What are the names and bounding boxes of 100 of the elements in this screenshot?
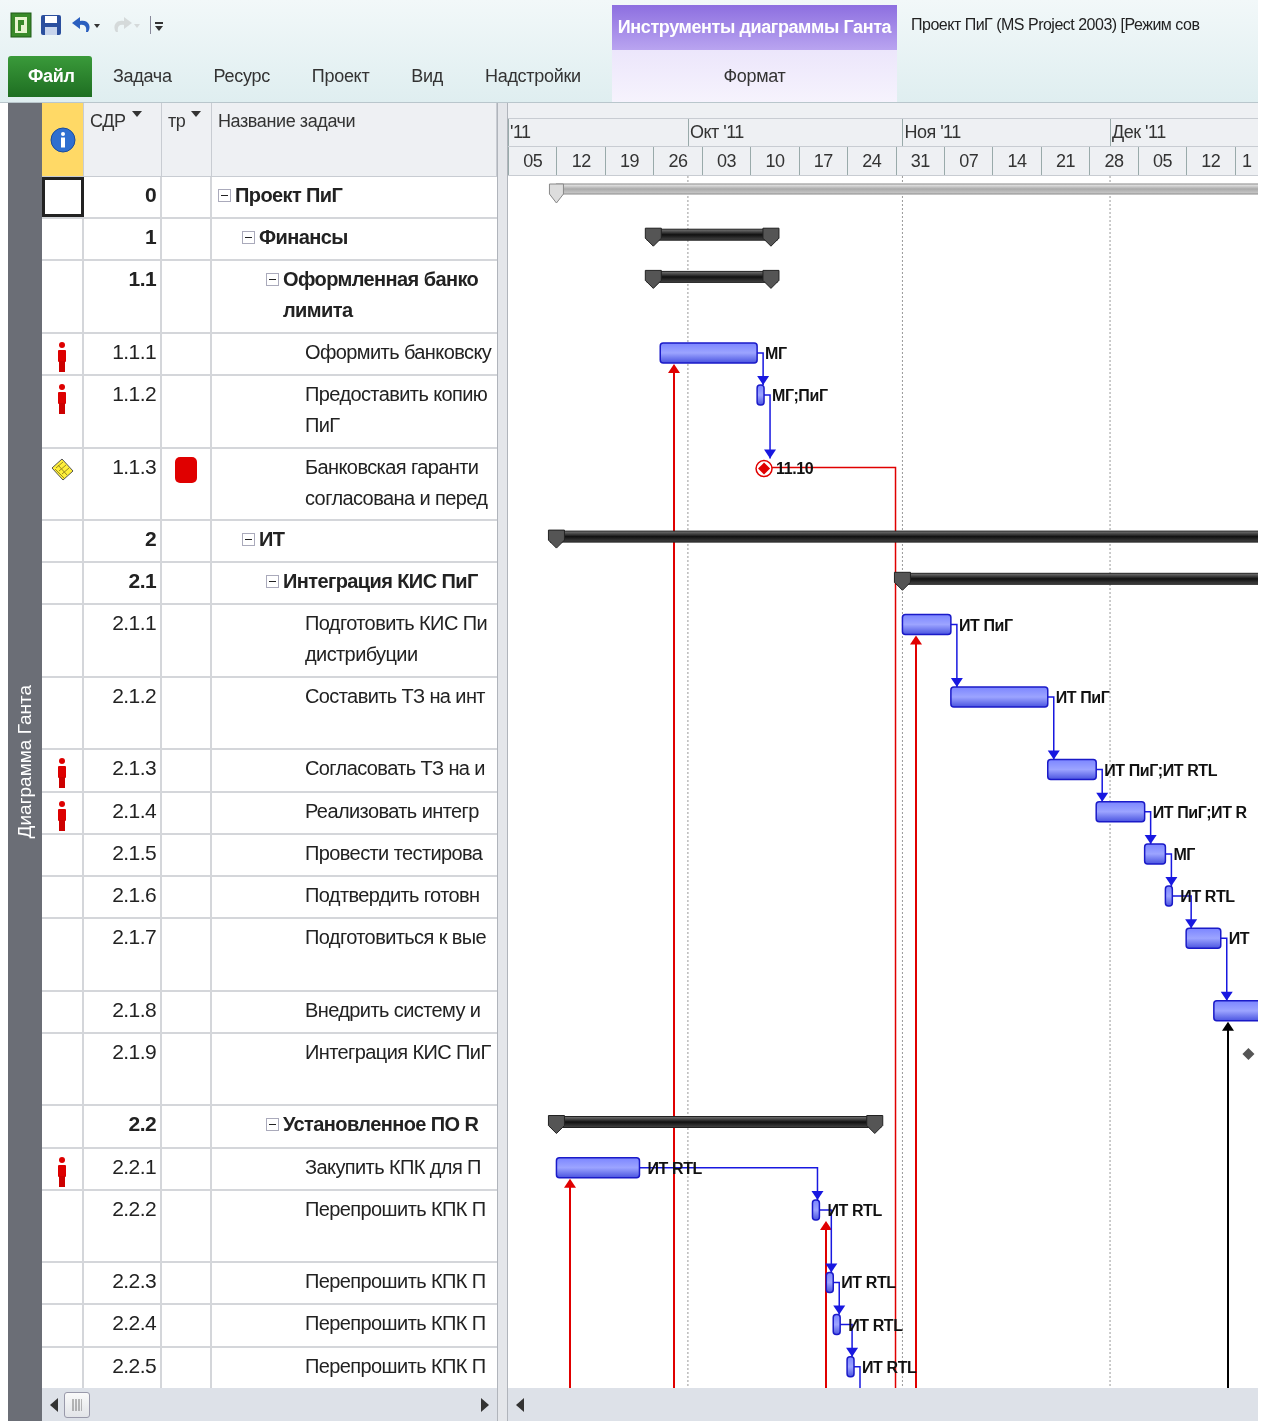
- scroll-left-icon[interactable]: [516, 1397, 524, 1412]
- horizontal-scrollbar[interactable]: [508, 1388, 1258, 1421]
- week-label: 28: [1089, 147, 1138, 175]
- app-logo-icon[interactable]: [10, 12, 32, 38]
- task-name: Интеграция КИС ПиГ: [283, 569, 478, 595]
- resource-label: ИТ RTL: [1180, 888, 1235, 906]
- wbs-cell: 2.1.1: [84, 605, 162, 676]
- task-name: Установленное ПО R: [283, 1112, 479, 1138]
- person-icon: [57, 758, 67, 789]
- week-label: 14: [992, 147, 1041, 175]
- wbs-cell: 2.2.3: [84, 1263, 162, 1304]
- week-label: 31: [895, 147, 944, 175]
- person-icon: [57, 1156, 67, 1187]
- column-header[interactable]: тр: [162, 103, 212, 176]
- person-icon: [57, 800, 67, 831]
- resource-label: ИТ ПиГ: [1055, 689, 1110, 706]
- pane-splitter[interactable]: [497, 103, 508, 1421]
- column-header[interactable]: СДР: [84, 103, 162, 176]
- task-name: Интеграция КИС ПиГ: [305, 1039, 491, 1065]
- wbs-cell: 2.1.5: [84, 834, 162, 875]
- scrollbar-thumb[interactable]: [64, 1391, 90, 1418]
- collapse-toggle[interactable]: [266, 273, 279, 287]
- task-bar: [1185, 927, 1222, 950]
- wbs-cell: 2.2.4: [84, 1305, 162, 1346]
- resource-label: ИТ ПиГ: [958, 616, 1013, 634]
- ribbon-tab[interactable]: Надстройки: [464, 59, 602, 93]
- collapse-toggle[interactable]: [242, 533, 255, 547]
- task-name: Закупить КПК для П: [305, 1154, 481, 1180]
- task-bar: [1164, 885, 1174, 907]
- task-name: Реализовать интегр: [305, 798, 479, 824]
- caret-icon: [131, 111, 142, 117]
- task-bar: [1047, 758, 1097, 781]
- week-label: 03: [701, 147, 751, 175]
- collapse-toggle[interactable]: [242, 231, 255, 245]
- wbs-cell: 2.1.3: [84, 750, 162, 791]
- wbs-cell: 2: [84, 521, 162, 562]
- month-label: Окт '11: [687, 119, 903, 146]
- person-icon: [57, 384, 67, 415]
- wbs-cell: 1.1.3: [84, 448, 162, 520]
- file-tab[interactable]: Файл: [8, 55, 92, 97]
- task-name: Финансы: [259, 225, 348, 251]
- week-label: 10: [750, 147, 799, 175]
- task-name: Провести тестирова: [305, 840, 483, 866]
- task-name: Внедрить систему и: [305, 997, 481, 1023]
- month-label: Ноя '11: [902, 119, 1110, 146]
- week-label: 05: [1137, 147, 1187, 175]
- ribbon-tab[interactable]: Ресурс: [192, 59, 291, 93]
- ribbon-tab[interactable]: Вид: [390, 59, 464, 93]
- wbs-cell: 2.1.6: [84, 877, 162, 918]
- week-label: 19: [604, 147, 654, 175]
- week-label: 07: [943, 147, 993, 175]
- task-name: Подтвердить готовн: [305, 883, 480, 908]
- wbs-cell: 2.2.2: [84, 1190, 162, 1262]
- task-bar: [832, 1313, 841, 1336]
- task-name: Перепрошить КПК П: [305, 1196, 486, 1222]
- resource-label: ИТ RTL: [827, 1201, 882, 1219]
- task-name: ИТ: [259, 527, 285, 553]
- wbs-cell: 0: [84, 177, 162, 218]
- indicator-cell[interactable]: [42, 177, 84, 218]
- wbs-cell: 2.1: [84, 563, 162, 604]
- resource-label: МГ: [1173, 845, 1195, 863]
- task-bar: [1095, 800, 1146, 823]
- collapse-toggle[interactable]: [266, 1118, 279, 1132]
- view-bar-label: Диаграмма Ганта: [14, 685, 36, 839]
- collapse-toggle[interactable]: [218, 189, 231, 202]
- wbs-cell: 2.1.4: [84, 792, 162, 833]
- note-icon: [49, 456, 75, 483]
- week-label: 05: [508, 147, 557, 175]
- wbs-cell: 1.1.2: [84, 376, 162, 447]
- task-bar: [811, 1199, 821, 1221]
- week-label: 24: [847, 147, 896, 175]
- window-title: Проект ПиГ (MS Project 2003) [Режим сов: [910, 15, 1201, 35]
- task-name: Перепрошить КПК П: [305, 1269, 486, 1295]
- task-bar: [825, 1271, 834, 1294]
- week-label: 12: [1186, 147, 1235, 175]
- ribbon-tab[interactable]: Проект: [290, 59, 391, 93]
- week-label: 21: [1040, 147, 1090, 175]
- task-bar: [756, 384, 765, 406]
- month-label: Дек '11: [1110, 119, 1258, 146]
- task-bar: [846, 1356, 855, 1378]
- resource-label: ИТ: [1228, 930, 1250, 948]
- task-name: Предоставить копию ПиГ: [305, 382, 488, 439]
- save-icon[interactable]: [40, 14, 62, 36]
- context-tab-group-title: Инструменты диаграммы Ганта: [612, 5, 897, 50]
- wbs-cell: 2.2.1: [84, 1148, 162, 1189]
- info-column-header[interactable]: [42, 103, 84, 176]
- resource-label: МГ;ПиГ: [772, 387, 828, 405]
- scroll-right-icon[interactable]: [481, 1397, 489, 1412]
- ribbon-tab[interactable]: Задача: [92, 59, 193, 93]
- task-name: Проект ПиГ: [235, 183, 343, 208]
- info-icon: [49, 126, 76, 153]
- week-label: 17: [798, 147, 848, 175]
- horizontal-scrollbar[interactable]: [42, 1388, 497, 1421]
- scroll-left-icon[interactable]: [50, 1397, 58, 1412]
- task-name: Банковская гаранти согласована и перед: [305, 454, 488, 511]
- customize-menu-icon[interactable]: [150, 14, 164, 36]
- collapse-toggle[interactable]: [266, 575, 279, 589]
- wbs-cell: 2.1.2: [84, 677, 162, 749]
- task-name: Составить ТЗ на инт: [305, 683, 485, 709]
- task-bar: [1143, 843, 1167, 865]
